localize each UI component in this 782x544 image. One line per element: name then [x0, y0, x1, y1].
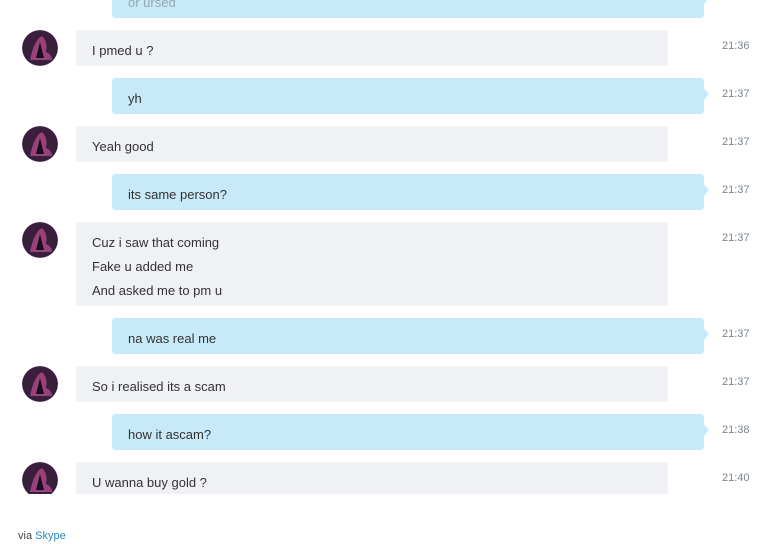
message-bubble: how it ascam?	[112, 414, 709, 450]
message-timestamp: 21:38	[722, 424, 750, 436]
message-timestamp: 21:40	[722, 472, 750, 484]
message-timestamp: 21:36	[722, 40, 750, 52]
user-avatar[interactable]	[22, 222, 58, 258]
message-text: Fake u added me	[92, 259, 194, 274]
message-bubble: Cuz i saw that coming Fake u added me An…	[76, 222, 668, 306]
message-text: So i realised its a scam	[92, 379, 226, 394]
message-bubble: I pmed u ?	[76, 30, 668, 66]
message-bubble: its same person?	[112, 174, 709, 210]
message-bubble: yh	[112, 78, 709, 114]
message-text: how it ascam?	[128, 427, 212, 442]
user-avatar[interactable]	[22, 126, 58, 162]
message-text: Yeah good	[92, 139, 154, 154]
message-text: And asked me to pm u	[92, 283, 223, 298]
message-timestamp: 21:37	[722, 136, 750, 148]
message-text: na was real me	[128, 331, 217, 346]
message-timestamp: 21:37	[722, 232, 750, 244]
message-bubble: na was real me	[112, 318, 709, 354]
user-avatar[interactable]	[22, 366, 58, 402]
user-avatar[interactable]	[22, 462, 58, 494]
message-timestamp: 21:37	[722, 184, 750, 196]
message-text: U wanna buy gold ?	[92, 475, 207, 490]
skype-link[interactable]: Skype	[35, 530, 66, 542]
message-text: its same person?	[128, 187, 227, 202]
message-timestamp: 21:37	[722, 88, 750, 100]
message-text: yh	[128, 91, 142, 106]
message-text: Cuz i saw that coming	[92, 235, 220, 250]
message-timestamp: 21:37	[722, 328, 750, 340]
message-text: I pmed u ?	[92, 43, 154, 58]
message-bubble: So i realised its a scam	[76, 366, 668, 402]
message-text: or ursed	[128, 0, 176, 10]
message-timestamp: 21:37	[722, 376, 750, 388]
footer-prefix: via	[18, 530, 33, 542]
user-avatar[interactable]	[22, 30, 58, 66]
footer-attribution: via Skype	[18, 530, 66, 542]
message-bubble: or ursed	[112, 0, 709, 18]
message-bubble: Yeah good	[76, 126, 668, 162]
message-bubble: U wanna buy gold ?	[76, 462, 668, 494]
chat-transcript: or ursed I pmed u ? 21:36 yh 21:37 Yeah …	[0, 0, 782, 494]
